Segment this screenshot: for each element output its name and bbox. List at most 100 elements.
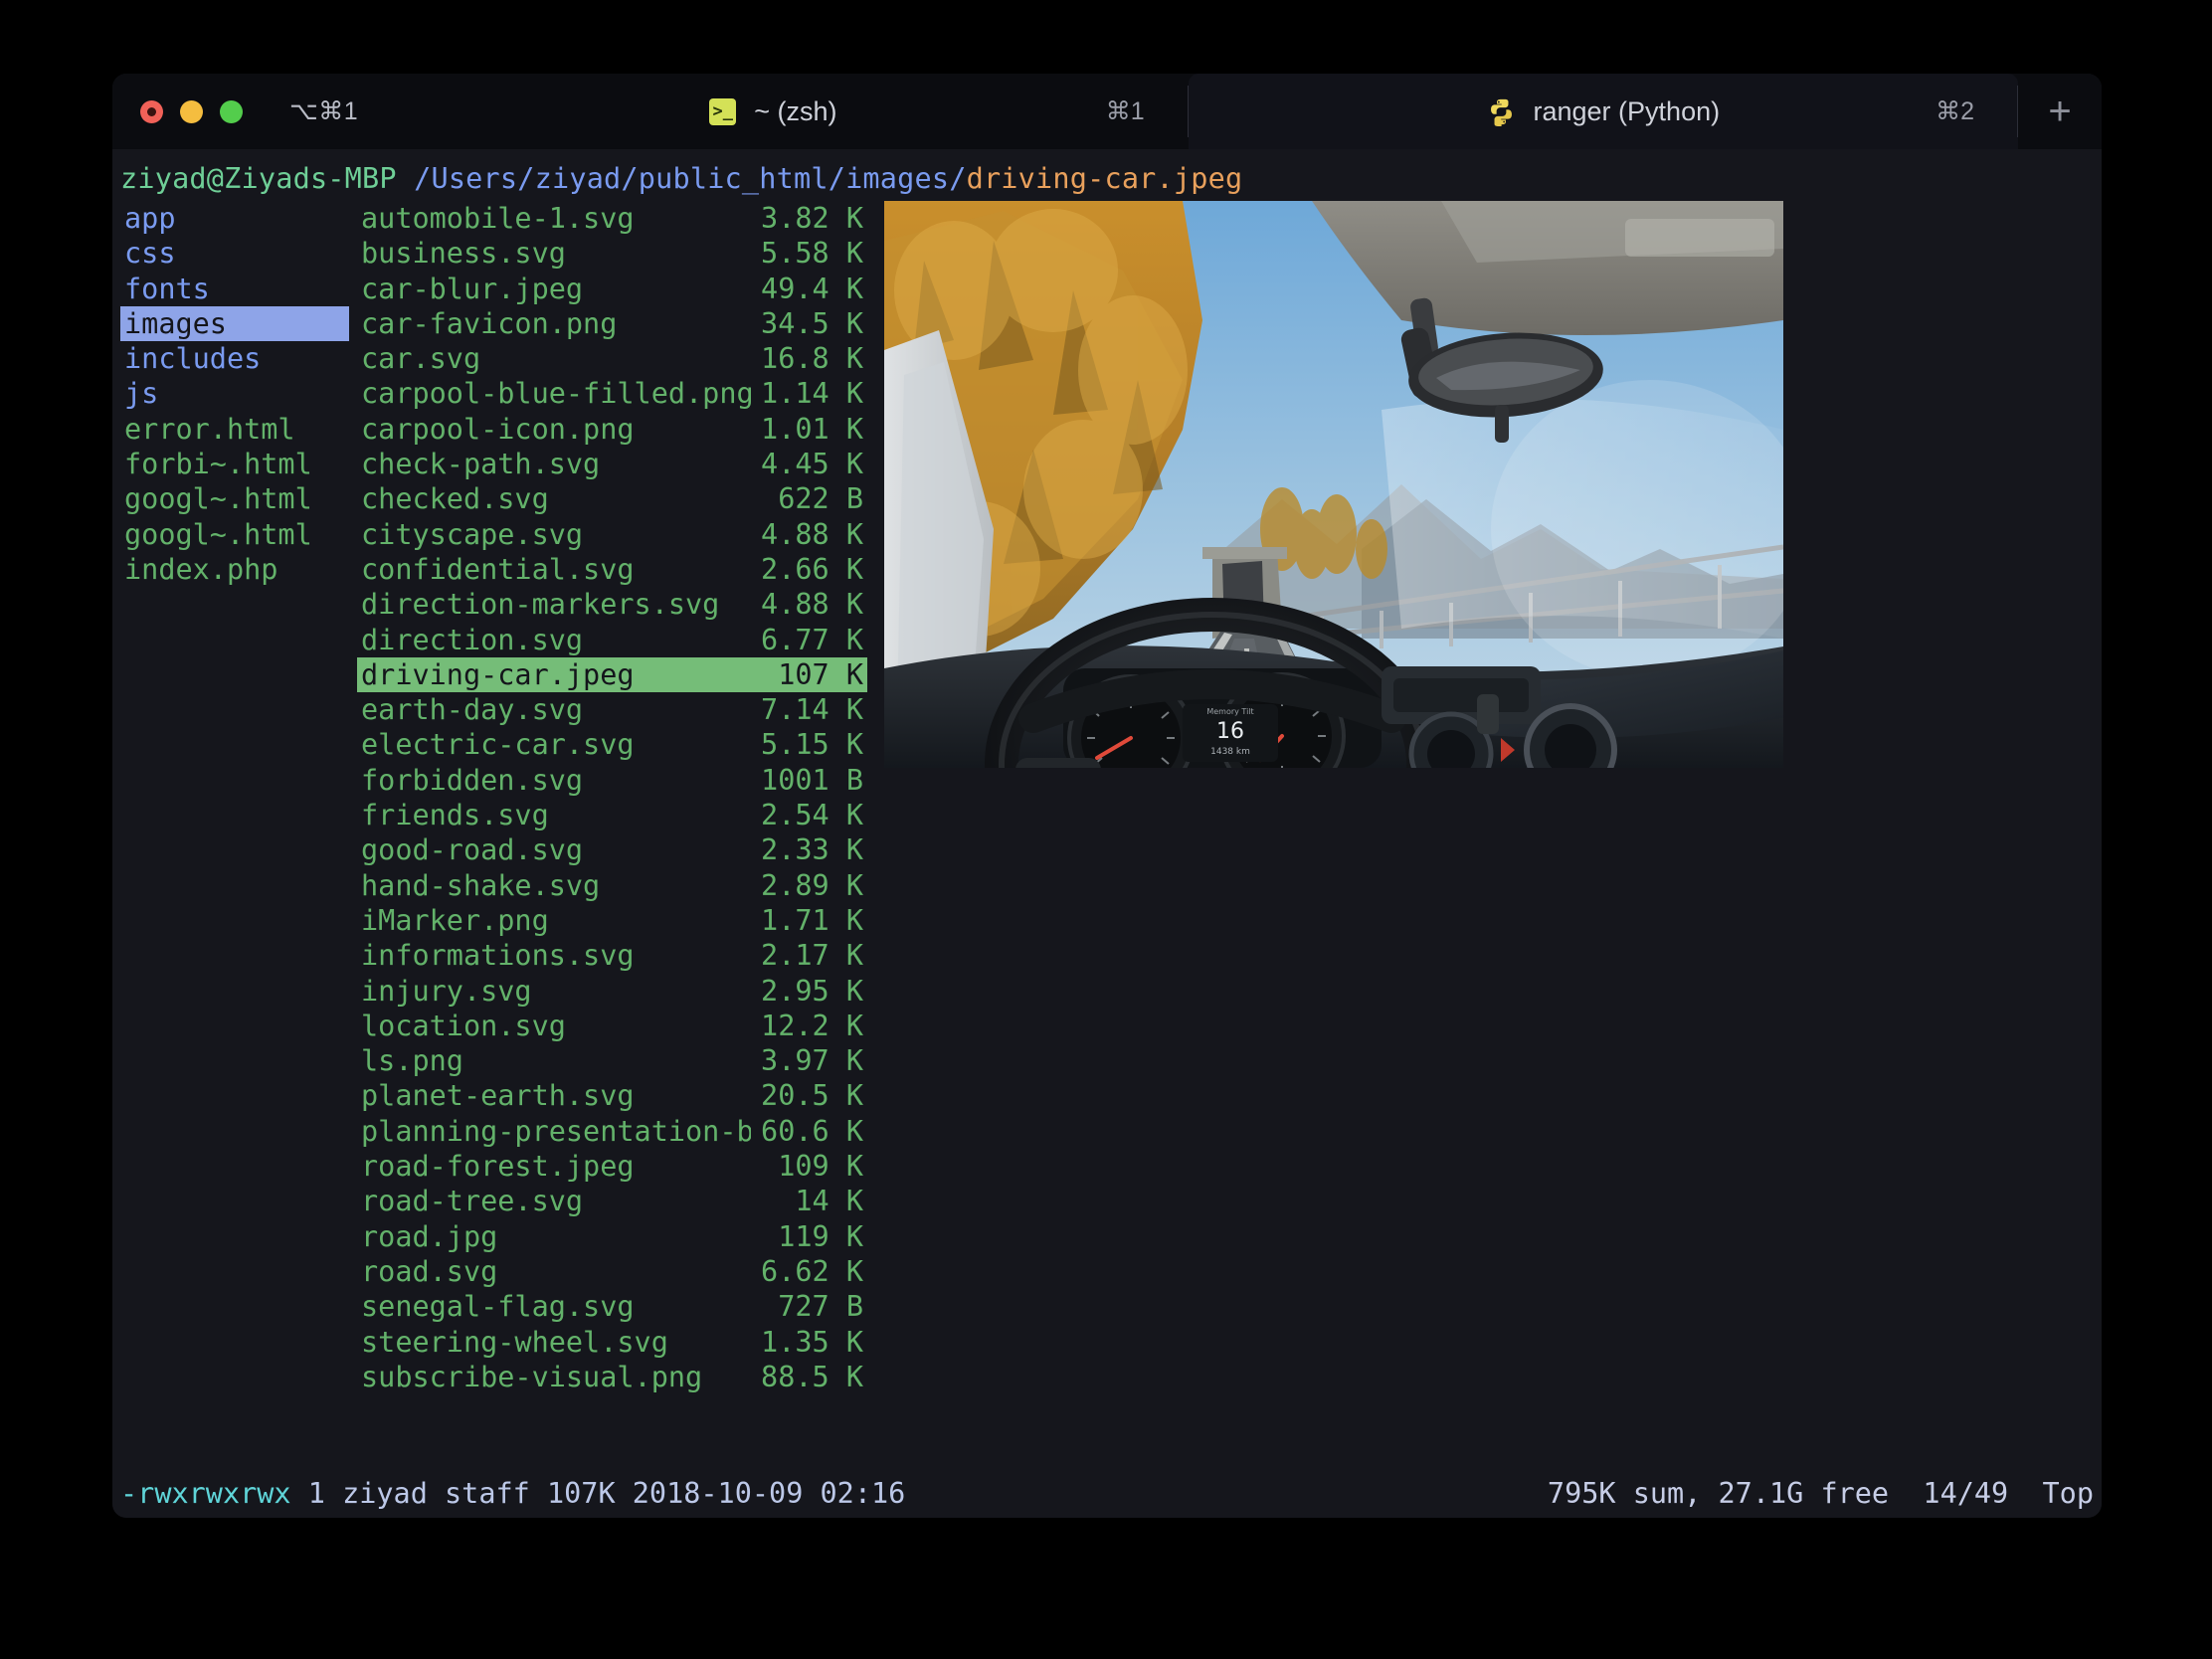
- current-directory-panel[interactable]: automobile-1.svg 3.82 K business.svg 5.58 K…: [357, 201, 867, 1474]
- file-row[interactable]: steering-wheel.svg 1.35 K: [357, 1325, 867, 1360]
- minimize-window-button[interactable]: [180, 99, 203, 123]
- file-size: 727 B: [778, 1290, 863, 1324]
- file-row[interactable]: car-favicon.png 34.5 K: [357, 306, 867, 341]
- file-name: steering-wheel.svg: [361, 1325, 668, 1359]
- file-row[interactable]: car.svg 16.8 K: [357, 341, 867, 376]
- parent-list-item[interactable]: css: [120, 236, 349, 271]
- file-name: subscribe-visual.png: [361, 1360, 703, 1393]
- parent-list-item[interactable]: fonts: [120, 272, 349, 306]
- tab-ranger[interactable]: ranger (Python) ⌘2: [1188, 74, 2018, 149]
- path-host: ziyad@Ziyads-MBP: [120, 162, 397, 195]
- status-bar: -rwxrwxrwx 1 ziyad staff 107K 2018-10-09…: [112, 1474, 2102, 1514]
- file-row[interactable]: hand-shake.svg 2.89 K: [357, 868, 867, 903]
- file-row[interactable]: direction.svg 6.77 K: [357, 623, 867, 657]
- file-size: 6.62 K: [761, 1254, 863, 1288]
- tab-zsh-shortcut: ⌘1: [1105, 97, 1145, 125]
- file-name: good-road.svg: [361, 833, 584, 867]
- file-name: ls.png: [361, 1044, 463, 1078]
- file-name: car.svg: [361, 342, 481, 376]
- file-row[interactable]: electric-car.svg 5.15 K: [357, 727, 867, 762]
- parent-list-item[interactable]: error.html: [120, 412, 349, 447]
- file-row[interactable]: road-tree.svg 14 K: [357, 1184, 867, 1218]
- parent-directory-panel[interactable]: app css fonts images includes js error.html for…: [120, 201, 349, 1474]
- file-row[interactable]: earth-day.svg 7.14 K: [357, 692, 867, 727]
- new-tab-button[interactable]: +: [2018, 74, 2102, 149]
- parent-list-item[interactable]: index.php: [120, 552, 349, 587]
- parent-list-item[interactable]: googl~.html: [120, 517, 349, 552]
- file-row[interactable]: checked.svg 622 B: [357, 481, 867, 516]
- file-row[interactable]: informations.svg 2.17 K: [357, 938, 867, 973]
- file-size: 7.14 K: [761, 693, 863, 727]
- file-row[interactable]: senegal-flag.svg 727 B: [357, 1289, 867, 1324]
- file-size: 2.54 K: [761, 799, 863, 832]
- file-row[interactable]: forbidden.svg 1001 B: [357, 763, 867, 798]
- file-size: 2.95 K: [761, 974, 863, 1008]
- file-row[interactable]: road-forest.jpeg 109 K: [357, 1149, 867, 1184]
- parent-item-label: app: [124, 202, 176, 235]
- path-directory: /Users/ziyad/public_html/images/: [414, 162, 967, 195]
- file-row[interactable]: cityscape.svg 4.88 K: [357, 517, 867, 552]
- file-row[interactable]: good-road.svg 2.33 K: [357, 832, 867, 867]
- file-name: earth-day.svg: [361, 693, 584, 727]
- file-name: confidential.svg: [361, 552, 635, 586]
- file-size: 3.97 K: [761, 1044, 863, 1078]
- terminal-prompt-icon: >_: [709, 97, 737, 125]
- file-row[interactable]: direction-markers.svg 4.88 K: [357, 587, 867, 622]
- svg-text:16: 16: [1216, 719, 1244, 744]
- file-row[interactable]: location.svg 12.2 K: [357, 1009, 867, 1043]
- file-row[interactable]: iMarker.png 1.71 K: [357, 903, 867, 938]
- parent-item-label: includes: [124, 342, 262, 376]
- file-name: iMarker.png: [361, 903, 549, 937]
- file-name: automobile-1.svg: [361, 202, 635, 235]
- file-metadata: 1 ziyad staff 107K 2018-10-09 02:16: [290, 1477, 906, 1511]
- file-row[interactable]: subscribe-visual.png 88.5 K: [357, 1360, 867, 1394]
- parent-list-item[interactable]: images: [120, 305, 349, 342]
- file-row[interactable]: friends.svg 2.54 K: [357, 798, 867, 832]
- parent-list-item[interactable]: forbi~.html: [120, 447, 349, 481]
- file-size: 5.58 K: [761, 237, 863, 271]
- path-filename: driving-car.jpeg: [966, 162, 1243, 195]
- file-size: 5.15 K: [761, 728, 863, 762]
- file-row[interactable]: injury.svg 2.95 K: [357, 974, 867, 1009]
- parent-list-item[interactable]: js: [120, 376, 349, 411]
- file-name: forbidden.svg: [361, 763, 584, 797]
- parent-item-label: index.php: [124, 552, 278, 586]
- file-row-selected[interactable]: driving-car.jpeg 107 K: [357, 656, 867, 693]
- file-row[interactable]: planning-presentation-bann~.png 60.6 K: [357, 1114, 867, 1149]
- terminal-window: ⌥⌘1 >_ ~ (zsh) ⌘1 ranger (Python) ⌘2 + z…: [112, 74, 2102, 1518]
- file-size: 2.17 K: [761, 939, 863, 973]
- file-row[interactable]: automobile-1.svg 3.82 K: [357, 201, 867, 236]
- tab-zsh-label: ~ (zsh): [754, 95, 837, 126]
- svg-text:1438 km: 1438 km: [1210, 747, 1250, 757]
- close-window-button[interactable]: [140, 99, 163, 123]
- file-name: driving-car.jpeg: [361, 657, 635, 691]
- file-row[interactable]: road.svg 6.62 K: [357, 1254, 867, 1289]
- file-row[interactable]: business.svg 5.58 K: [357, 236, 867, 271]
- maximize-window-button[interactable]: [220, 99, 243, 123]
- breadcrumb-path: ziyad@Ziyads-MBP /Users/ziyad/public_htm…: [112, 161, 2102, 199]
- file-size: 3.82 K: [761, 202, 863, 235]
- parent-list-item[interactable]: googl~.html: [120, 481, 349, 516]
- file-row[interactable]: car-blur.jpeg 49.4 K: [357, 272, 867, 306]
- file-row[interactable]: carpool-icon.png 1.01 K: [357, 412, 867, 447]
- parent-list-item[interactable]: includes: [120, 341, 349, 376]
- parent-item-label: js: [124, 377, 159, 411]
- file-size: 16.8 K: [761, 342, 863, 376]
- file-name: friends.svg: [361, 799, 549, 832]
- file-row[interactable]: road.jpg 119 K: [357, 1219, 867, 1254]
- terminal-tab-bar: ⌥⌘1 >_ ~ (zsh) ⌘1 ranger (Python) ⌘2 +: [112, 74, 2102, 149]
- parent-list-item[interactable]: app: [120, 201, 349, 236]
- file-name: car-blur.jpeg: [361, 272, 584, 305]
- tab-ranger-label: ranger (Python): [1533, 95, 1721, 126]
- file-name: direction.svg: [361, 623, 584, 656]
- tab-zsh[interactable]: >_ ~ (zsh) ⌘1: [358, 74, 1189, 149]
- file-size: 14 K: [795, 1185, 863, 1218]
- file-size: 4.88 K: [761, 517, 863, 551]
- file-row[interactable]: planet-earth.svg 20.5 K: [357, 1078, 867, 1113]
- file-row[interactable]: check-path.svg 4.45 K: [357, 447, 867, 481]
- file-row[interactable]: ls.png 3.97 K: [357, 1043, 867, 1078]
- file-size: 1.35 K: [761, 1325, 863, 1359]
- file-name: hand-shake.svg: [361, 868, 601, 902]
- file-row[interactable]: carpool-blue-filled.png 1.14 K: [357, 376, 867, 411]
- file-row[interactable]: confidential.svg 2.66 K: [357, 552, 867, 587]
